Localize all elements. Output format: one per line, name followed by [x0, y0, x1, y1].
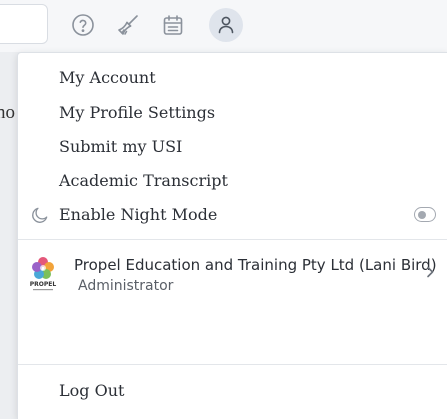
divider	[18, 364, 447, 365]
user-account-icon[interactable]	[209, 8, 243, 42]
broom-icon[interactable]	[111, 8, 145, 42]
moon-icon	[32, 207, 48, 223]
top-bar	[0, 0, 447, 52]
menu-item-academic-transcript[interactable]: Academic Transcript	[59, 166, 228, 196]
organisation-name: Propel Education and Training Pty Ltd (L…	[74, 256, 437, 274]
logout-button[interactable]: Log Out	[59, 376, 124, 406]
chevron-right-icon	[427, 266, 434, 278]
svg-text:PROPEL: PROPEL	[30, 281, 57, 288]
propel-logo: PROPEL	[30, 257, 57, 291]
organisation-role: Administrator	[78, 278, 174, 294]
organisation-switcher[interactable]: PROPEL Propel Education and Training Pty…	[18, 248, 447, 304]
menu-item-profile-settings[interactable]: My Profile Settings	[59, 98, 215, 128]
night-mode-row[interactable]: Enable Night Mode	[18, 200, 447, 230]
divider	[18, 239, 447, 240]
background-page-text: no	[0, 102, 15, 123]
user-dropdown-menu: My Account My Profile Settings Submit my…	[17, 52, 447, 419]
menu-item-submit-usi[interactable]: Submit my USI	[59, 132, 182, 162]
night-mode-label: Enable Night Mode	[59, 205, 218, 224]
night-mode-toggle[interactable]	[414, 207, 436, 222]
search-field[interactable]	[0, 4, 48, 44]
toggle-knob	[418, 210, 426, 219]
calendar-icon[interactable]	[156, 8, 190, 42]
menu-item-my-account[interactable]: My Account	[59, 63, 156, 93]
help-circle-icon[interactable]	[66, 8, 100, 42]
